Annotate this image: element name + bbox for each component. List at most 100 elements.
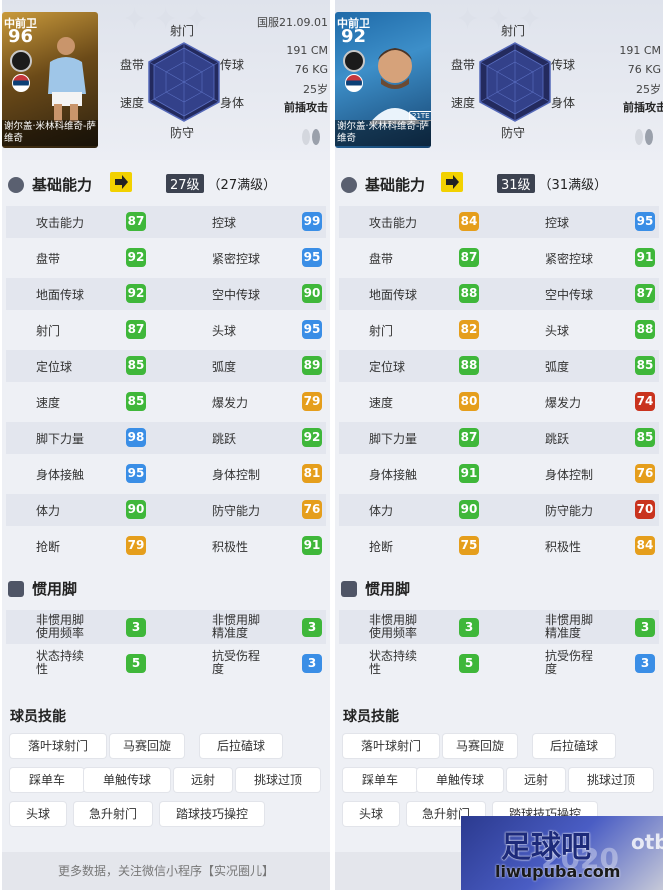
card-rating: 96 [8, 26, 34, 47]
basic-ability-title: 基础能力 [341, 174, 425, 195]
foot-stat-label-line: 性 [36, 662, 49, 676]
skill-chip[interactable]: 单触传球 [84, 768, 170, 792]
skill-chip[interactable]: 踏球技巧操控 [160, 802, 264, 826]
bottom-promo-bar[interactable]: 更多数据，关注微信小程序【实况圈儿】 [2, 852, 330, 890]
stat-value: 90 [126, 500, 146, 519]
stat-row: 身体接触 95 身体控制 81 [6, 458, 326, 490]
stat-value: 76 [635, 464, 655, 483]
serbia-flag-icon [12, 74, 30, 92]
stat-label: 爆发力 [212, 396, 249, 410]
skill-chip[interactable]: 挑球过顶 [236, 768, 320, 792]
stat-value: 88 [459, 356, 479, 375]
player-image [48, 37, 86, 122]
stat-label: 定位球 [36, 360, 73, 374]
stat-row: 盘带 87 紧密控球 91 [339, 242, 659, 274]
basic-ability-label: 基础能力 [365, 176, 426, 194]
stat-row: 速度 80 爆发力 74 [339, 386, 659, 418]
player-skills-title: 球员技能 [343, 709, 399, 725]
skill-chip[interactable]: 头球 [10, 802, 66, 826]
foot-stat-label-line: 精准度 [212, 626, 249, 640]
skill-chip[interactable]: 落叶球射门 [343, 734, 439, 758]
skill-chip[interactable]: 头球 [343, 802, 399, 826]
foot-stat-value: 3 [302, 654, 322, 673]
skill-chip[interactable]: 急升射门 [74, 802, 152, 826]
foot-stat-value: 5 [459, 654, 479, 673]
player-card[interactable]: 中前卫 92 21TE 谢尔盖·米林科维奇-萨维奇 [335, 12, 431, 148]
stat-value: 88 [635, 320, 655, 339]
skill-chip[interactable]: 踩单车 [10, 768, 84, 792]
current-level: 27级 [166, 174, 204, 193]
skill-chip[interactable]: 后拉磕球 [200, 734, 282, 758]
stat-row: 身体接触 91 身体控制 76 [339, 458, 659, 490]
stat-label: 头球 [545, 324, 570, 338]
stat-value: 92 [126, 248, 146, 267]
skill-chip[interactable]: 挑球过顶 [569, 768, 653, 792]
stat-label: 防守能力 [212, 504, 261, 518]
foot-stat-label: 抗受伤程度 [212, 650, 260, 676]
stat-label: 空中传球 [545, 288, 594, 302]
stat-value: 70 [635, 500, 655, 519]
player-weight: 76 KG [627, 63, 661, 76]
stat-label: 盘带 [36, 252, 61, 266]
stat-label: 身体控制 [545, 468, 594, 482]
preferred-foot-title: 惯用脚 [341, 578, 410, 599]
stat-label: 体力 [369, 504, 394, 518]
header-bg-mark: ✦✦✦ [122, 2, 216, 37]
skill-chip[interactable]: 单触传球 [417, 768, 503, 792]
player-height: 191 CM [286, 44, 328, 57]
serbia-flag-icon [345, 74, 363, 92]
stat-label: 积极性 [545, 540, 582, 554]
level-display: 31级 （31满级） [497, 174, 607, 193]
stat-label: 定位球 [369, 360, 406, 374]
stat-label: 射门 [369, 324, 394, 338]
radar-label-physical: 身体 [220, 96, 245, 110]
footprint-icon [302, 129, 320, 145]
player-card[interactable]: 中前卫 96 谢尔盖·米林科维奇-萨维奇 [2, 12, 98, 148]
skill-chip[interactable]: 后拉磕球 [533, 734, 615, 758]
stat-value: 81 [302, 464, 322, 483]
foot-stat-label-line: 精准度 [545, 626, 582, 640]
stat-label: 攻击能力 [36, 216, 85, 230]
stat-label: 速度 [369, 396, 394, 410]
stat-row: 速度 85 爆发力 79 [6, 386, 326, 418]
stat-label: 紧密控球 [212, 252, 261, 266]
max-level: （27满级） [207, 178, 277, 193]
radar-label-passing: 传球 [551, 58, 576, 72]
skill-chip[interactable]: 马赛回旋 [110, 734, 184, 758]
player-age: 25岁 [303, 83, 328, 96]
skill-chip[interactable]: 落叶球射门 [10, 734, 106, 758]
foot-stat-label: 状态持续性 [36, 650, 84, 676]
foot-stat-label: 状态持续性 [369, 650, 417, 676]
stat-label: 脚下力量 [36, 432, 85, 446]
foot-stat-label-line: 使用频率 [369, 626, 418, 640]
player-panel-left: 中前卫 96 谢尔盖·米林科维奇-萨维奇 ✦✦✦ 射门 盘带 传球 速度 身体 … [2, 0, 330, 890]
stat-row: 攻击能力 87 控球 99 [6, 206, 326, 238]
skill-chip[interactable]: 马赛回旋 [443, 734, 517, 758]
stat-value: 91 [635, 248, 655, 267]
skill-chip[interactable]: 远射 [174, 768, 232, 792]
level-up-arrow-icon[interactable] [110, 172, 132, 192]
stat-value: 85 [635, 356, 655, 375]
skill-chip[interactable]: 踩单车 [343, 768, 417, 792]
card-player-name: 谢尔盖·米林科维奇-萨维奇 [2, 120, 98, 146]
level-display: 27级 （27满级） [166, 174, 276, 193]
radar-label-shooting: 射门 [501, 24, 526, 38]
stat-row: 射门 87 头球 95 [6, 314, 326, 346]
skill-chip[interactable]: 远射 [507, 768, 565, 792]
stat-value: 82 [459, 320, 479, 339]
server-version: 国服21.09.01 [257, 16, 328, 29]
foot-stat-label-line: 度 [545, 662, 558, 676]
radar-label-dribbling: 盘带 [451, 58, 476, 72]
preferred-foot-label: 惯用脚 [32, 580, 78, 598]
stat-row: 体力 90 防守能力 76 [6, 494, 326, 526]
watermark-side-text: otb [631, 830, 663, 854]
stat-row: 攻击能力 84 控球 95 [339, 206, 659, 238]
stat-row: 地面传球 92 空中传球 90 [6, 278, 326, 310]
stat-value: 92 [302, 428, 322, 447]
stat-value: 76 [302, 500, 322, 519]
player-skills-title: 球员技能 [10, 709, 66, 725]
level-up-arrow-icon[interactable] [441, 172, 463, 192]
stat-row: 抢断 79 积极性 91 [6, 530, 326, 562]
stat-label: 防守能力 [545, 504, 594, 518]
radar-label-passing: 传球 [220, 58, 245, 72]
